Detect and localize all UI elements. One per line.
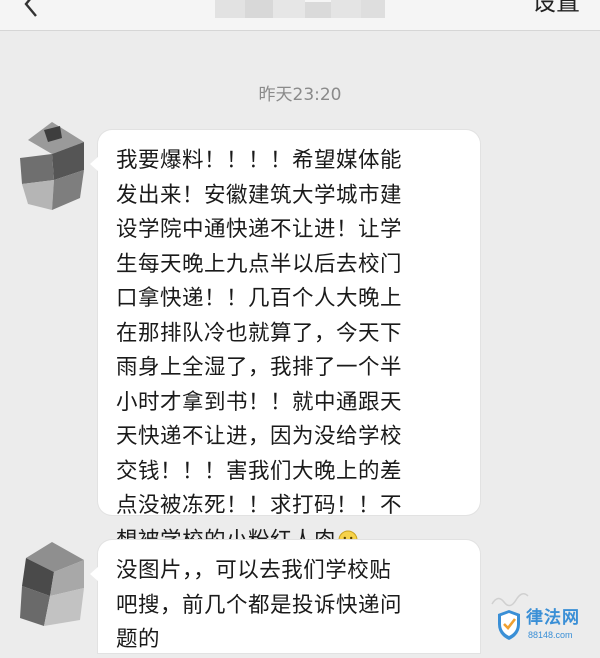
chevron-left-icon[interactable] (18, 0, 46, 18)
message-bubble[interactable]: 没图片，，可以去我们学校贴 吧搜，前几个都是投诉快递问 题的 (90, 540, 480, 653)
settings-button[interactable]: 设置 (532, 0, 580, 16)
message-bubble[interactable]: 我要爆料！！！！希望媒体能 发出来！安徽建筑大学城市建 设学院中通快递不让进！让… (90, 130, 480, 553)
message-line: 雨身上全湿了，我排了一个半 (116, 355, 403, 380)
message-line: 没图片，，可以去我们学校贴 (116, 558, 392, 583)
watermark-logo: 律法网 88148.com (496, 607, 592, 645)
message-line: 天快递不让进，因为没给学校 (116, 424, 403, 449)
shield-icon (498, 610, 520, 640)
message-line: 口拿快递！！几百个人大晚上 (116, 286, 403, 311)
avatar[interactable] (14, 540, 90, 636)
message-line: 交钱！！！害我们大晚上的差 (116, 458, 403, 484)
message-line: 吧搜，前几个都是投诉快递问 (116, 592, 403, 618)
top-bar: 设置 (0, 0, 600, 31)
message-line: 设学院中通快递不让进！让学 (116, 217, 403, 242)
message-line: 小时才拿到书！！就中通跟天 (116, 389, 403, 415)
message-timestamp: 昨天23:20 (258, 85, 342, 105)
pixelated-contact-name (215, 0, 385, 18)
watermark-url: 88148.com (528, 630, 573, 640)
message-line: 生每天晚上九点半以后去校门 (116, 251, 403, 277)
message-line: 在那排队冷也就算了，今天下 (116, 320, 403, 346)
message-line: 题的 (116, 627, 161, 652)
message-line: 我要爆料！！！！希望媒体能 (116, 148, 403, 173)
watermark-title: 律法网 (526, 608, 580, 628)
message-line: 发出来！安徽建筑大学城市建 (116, 182, 403, 208)
avatar[interactable] (14, 120, 90, 216)
message-line: 点没被冻死！！求打码！！不 (116, 493, 403, 518)
